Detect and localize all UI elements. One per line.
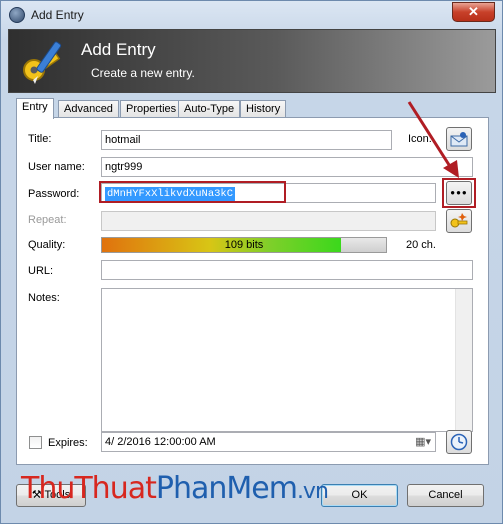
banner-title: Add Entry	[81, 40, 156, 59]
quality-bar: 109 bits	[101, 237, 387, 253]
title-field[interactable]: hotmail	[101, 130, 392, 150]
notes-label: Notes:	[28, 292, 60, 304]
password-generator-button[interactable]	[446, 209, 472, 233]
title-label: Title:	[28, 133, 52, 145]
watermark-part2: PhanMem	[155, 471, 298, 506]
tab-entry[interactable]: Entry	[16, 98, 54, 119]
cancel-button[interactable]: Cancel	[407, 484, 484, 507]
watermark: ThuThuatPhanMem.vn	[21, 471, 329, 506]
clock-icon	[450, 433, 468, 451]
watermark-part3: .vn	[296, 479, 329, 504]
password-highlight-box	[99, 181, 286, 203]
notes-scrollbar[interactable]	[455, 289, 472, 431]
expires-checkbox[interactable]	[29, 436, 42, 449]
tab-auto-type[interactable]: Auto-Type	[178, 100, 241, 118]
close-button[interactable]: ✕	[452, 2, 495, 22]
username-label: User name:	[28, 161, 85, 173]
key-pen-icon	[23, 41, 62, 84]
tab-history[interactable]: History	[240, 100, 287, 118]
watermark-part1: ThuThuat	[21, 471, 157, 506]
tab-advanced[interactable]: Advanced	[58, 100, 119, 118]
tab-properties[interactable]: Properties	[120, 100, 183, 118]
quality-bits-text: 109 bits	[224, 239, 264, 251]
key-generate-icon	[450, 213, 468, 228]
expiry-presets-button[interactable]	[446, 430, 472, 454]
url-label: URL:	[28, 265, 54, 277]
banner-subtitle: Create a new entry.	[91, 66, 195, 80]
expires-value: 4/ 2/2016 12:00:00 AM	[105, 436, 216, 448]
calendar-dropdown-icon[interactable]: ▦▾	[415, 433, 431, 451]
keepass-lock-icon	[9, 7, 25, 23]
title-bar: Add Entry ✕	[1, 1, 502, 29]
header-banner: Add Entry Create a new entry.	[8, 29, 496, 93]
char-count: 20 ch.	[406, 239, 436, 251]
entry-panel: Title: hotmail Icon: User name: ngtr999 …	[16, 101, 489, 465]
password-label: Password:	[28, 188, 80, 200]
repeat-field	[101, 211, 436, 231]
url-field[interactable]	[101, 260, 473, 280]
ok-button[interactable]: OK	[321, 484, 398, 507]
window-title: Add Entry	[31, 8, 84, 22]
expires-label: Expires:	[48, 437, 88, 449]
show-password-highlight-box	[442, 178, 476, 208]
red-arrow-annotation	[407, 101, 459, 178]
notes-textarea[interactable]	[101, 288, 473, 432]
add-entry-window: Add Entry ✕ Add Entry Create a new entry…	[0, 0, 503, 524]
quality-label: Quality:	[28, 239, 66, 251]
expires-datetime-field[interactable]: 4/ 2/2016 12:00:00 AM ▦▾	[101, 432, 436, 452]
repeat-label: Repeat:	[28, 214, 67, 226]
